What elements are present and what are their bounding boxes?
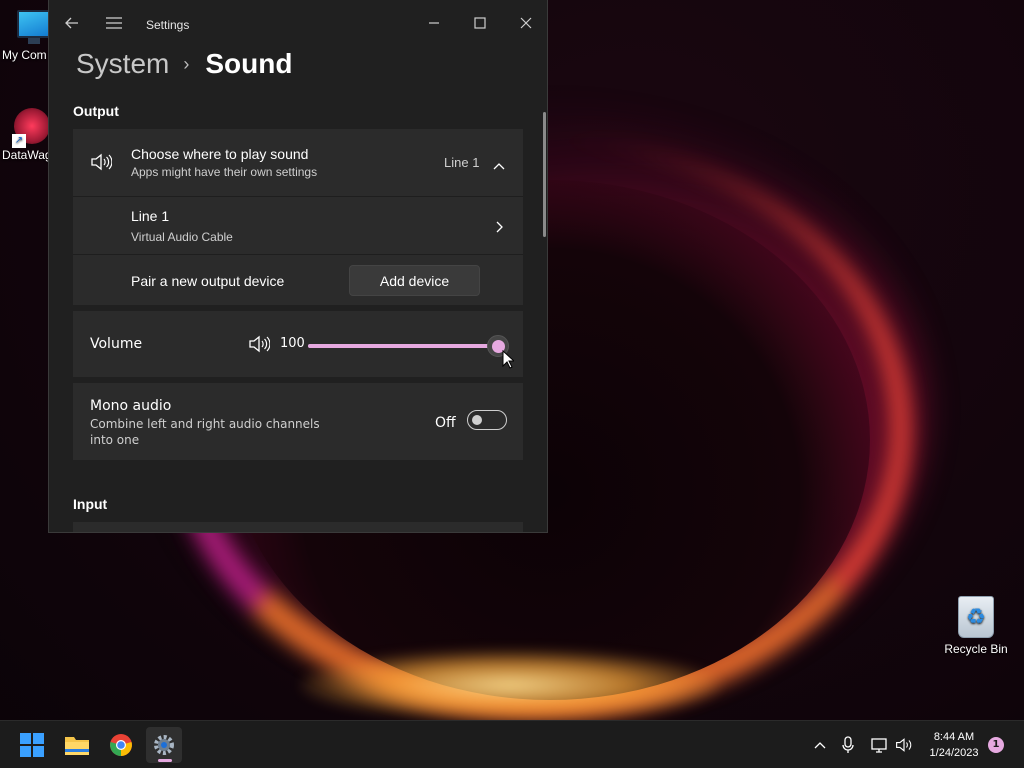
volume-card: Volume 100 [73,311,523,377]
chevron-right-icon: › [183,53,190,74]
pair-device-label: Pair a new output device [131,273,285,289]
settings-icon[interactable] [146,727,182,763]
mono-audio-subtitle: Combine left and right audio channels in… [90,417,320,447]
output-card: Choose where to play sound Apps might ha… [73,129,523,305]
title-bar[interactable]: Settings [49,0,547,50]
maximize-icon[interactable] [465,8,495,38]
mono-audio-toggle[interactable] [467,410,507,430]
breadcrumb-system-link[interactable]: System [76,48,169,80]
chrome-icon[interactable] [103,727,139,763]
microphone-icon[interactable] [838,735,858,755]
input-card [73,522,523,532]
section-heading-input: Input [73,496,108,512]
chevron-up-tray-icon[interactable] [810,735,830,755]
network-icon[interactable] [869,735,889,755]
desktop-icon-recycle-bin[interactable]: ♻ Recycle Bin [940,596,1012,656]
datawag-logo-icon: ↗ [12,108,50,148]
output-device-row[interactable]: Line 1 Virtual Audio Cable [73,197,523,254]
section-heading-output: Output [73,103,119,119]
volume-label: Volume [90,336,143,352]
start-icon[interactable] [14,727,50,763]
file-explorer-icon[interactable] [59,727,95,763]
output-device-detail: Virtual Audio Cable [131,230,233,244]
add-device-button[interactable]: Add device [349,265,480,296]
desktop-icon-my-computer[interactable]: My Com [0,10,51,62]
toggle-knob [472,415,482,425]
recycle-bin-icon: ♻ [958,596,994,638]
mono-audio-title: Mono audio [90,398,172,414]
clock-time: 8:44 AM [933,731,975,743]
settings-window: Settings System › Sound Output Choose wh… [48,0,548,533]
taskbar-clock[interactable]: 8:44 AM 1/24/2023 [918,729,990,761]
active-app-indicator [158,759,172,762]
volume-slider-fill [308,344,498,348]
taskbar: 8:44 AM 1/24/2023 1 [0,720,1024,768]
volume-tray-icon[interactable] [894,735,914,755]
breadcrumb: System › Sound [76,48,292,80]
chevron-right-icon[interactable] [496,220,504,238]
volume-speaker-icon[interactable] [248,335,271,357]
desktop-icon-label: Recycle Bin [944,642,1008,656]
output-device-name: Line 1 [131,208,170,224]
mono-audio-card: Mono audio Combine left and right audio … [73,383,523,460]
speaker-icon [90,153,113,176]
scrollbar[interactable] [543,112,546,237]
window-title: Settings [146,18,190,32]
choose-output-row[interactable]: Choose where to play sound Apps might ha… [73,129,523,196]
pair-device-row: Pair a new output device Add device [73,255,523,305]
selected-output-value: Line 1 [444,155,480,170]
mono-audio-state: Off [435,415,456,431]
clock-date: 1/24/2023 [929,747,979,759]
minimize-icon[interactable] [419,8,449,38]
hamburger-menu-icon[interactable] [99,8,129,38]
shortcut-arrow-icon: ↗ [12,134,26,148]
choose-output-subtitle: Apps might have their own settings [131,165,318,179]
close-icon[interactable] [511,8,541,38]
desktop-icon-label: My Com [2,48,47,62]
mouse-cursor-icon [502,349,516,373]
back-arrow-icon[interactable] [57,8,87,38]
choose-output-title: Choose where to play sound [131,146,309,162]
chevron-up-icon[interactable] [493,157,505,175]
notification-badge[interactable]: 1 [988,737,1004,753]
computer-icon [17,10,51,38]
volume-slider[interactable] [308,335,509,357]
page-title: Sound [205,48,293,79]
desktop-icon-datawag[interactable]: ↗ DataWag [0,108,52,162]
volume-value: 100 [280,336,305,351]
desktop-icon-label: DataWag [2,148,52,162]
